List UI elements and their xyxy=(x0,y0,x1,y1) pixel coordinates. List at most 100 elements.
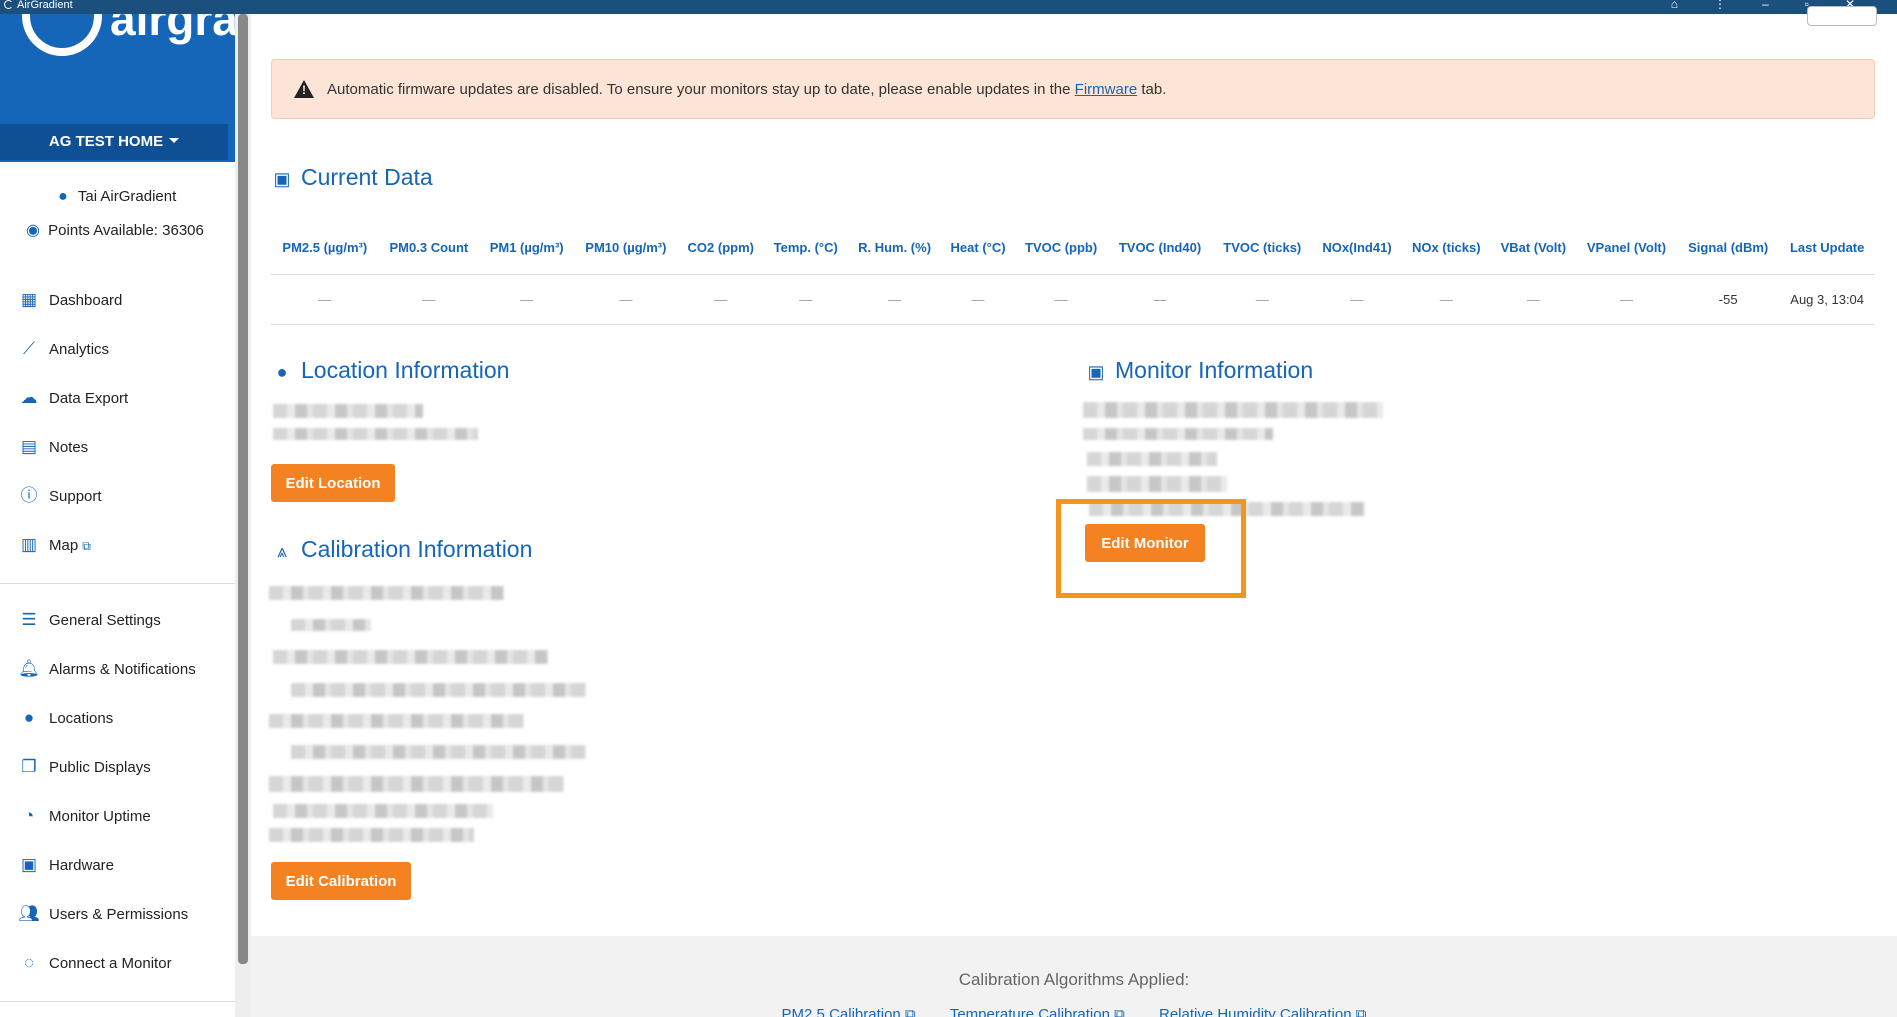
column-header: Last Update xyxy=(1779,222,1875,275)
column-header: TVOC (ticks) xyxy=(1212,222,1313,275)
user-icon: ● xyxy=(58,188,68,205)
nav-item-connect-monitor[interactable]: ◌ Connect a Monitor xyxy=(18,948,172,978)
table-cell: Aug 3, 13:04 xyxy=(1779,274,1875,325)
table-cell: — xyxy=(941,274,1015,325)
column-header: PM0.3 Count xyxy=(378,222,480,275)
column-header: Signal (dBm) xyxy=(1677,222,1780,275)
current-data-table: PM2.5 (µg/m³) PM0.3 Count PM1 (µg/m³) PM10 … xyxy=(271,222,1875,325)
table-cell: — xyxy=(677,274,764,325)
column-header: TVOC (ppb) xyxy=(1014,222,1108,275)
nav-item-alarms[interactable]: 🔔︎ Alarms & Notifications xyxy=(18,654,196,684)
column-header: Temp. (°C) xyxy=(763,222,848,275)
table-cell: — xyxy=(1401,274,1491,325)
footer-links: PM2.5 Calibration ⧉ Temperature Calibrat… xyxy=(251,1006,1897,1017)
calibration-line-redacted xyxy=(273,650,548,664)
main-content: ! Automatic firmware updates are disable… xyxy=(251,6,1897,1017)
nav-item-notes[interactable]: ▤ Notes xyxy=(18,432,88,462)
analytics-icon: ⟋ xyxy=(23,339,35,358)
table-cell: — xyxy=(763,274,848,325)
calibration-line-redacted xyxy=(269,828,474,842)
table-cell: — xyxy=(1575,274,1678,325)
calibration-footer: Calibration Algorithms Applied: PM2.5 Ca… xyxy=(251,936,1897,1017)
nav-item-locations[interactable]: ● Locations xyxy=(18,703,113,733)
sidebar: airgradient AG TEST HOME ● Tai AirGradie… xyxy=(0,14,235,1017)
temperature-calibration-link[interactable]: Temperature Calibration ⧉ xyxy=(950,1006,1125,1017)
location-heading: ● Location Information xyxy=(271,357,510,384)
table-cell: — xyxy=(271,274,379,325)
humidity-calibration-link[interactable]: Relative Humidity Calibration ⧉ xyxy=(1159,1006,1366,1017)
monitor-status-redacted xyxy=(1087,476,1227,492)
edit-monitor-button[interactable]: Edit Monitor xyxy=(1085,524,1205,562)
nav-item-general-settings[interactable]: ☰ General Settings xyxy=(18,605,160,635)
calibration-line-redacted xyxy=(291,683,586,697)
users-icon: 👥︎ xyxy=(18,904,40,923)
column-header: R. Hum. (%) xyxy=(847,222,942,275)
nav-item-map[interactable]: ▥ Map ⧉ xyxy=(18,530,91,560)
monitor-model-redacted xyxy=(1087,452,1217,466)
pm25-calibration-link[interactable]: PM2.5 Calibration ⧉ xyxy=(782,1006,916,1017)
home-selector-button[interactable]: AG TEST HOME xyxy=(0,124,228,160)
caret-down-icon xyxy=(169,138,180,143)
footer-title: Calibration Algorithms Applied: xyxy=(958,970,1190,989)
pin-icon: ● xyxy=(23,708,35,727)
table-cell: — xyxy=(574,274,678,325)
table-cell: — xyxy=(1490,274,1576,325)
calibration-line-redacted xyxy=(269,776,564,792)
monitor-heading: ▣ Monitor Information xyxy=(1085,357,1313,384)
calibration-line-redacted xyxy=(269,586,504,600)
table-header-row: PM2.5 (µg/m³) PM0.3 Count PM1 (µg/m³) PM10 … xyxy=(271,222,1875,275)
airgradient-logo-text: airgradient xyxy=(110,14,235,45)
monitor-name-redacted xyxy=(1083,402,1383,418)
column-header: VBat (Volt) xyxy=(1490,222,1576,275)
external-link-icon: ⧉ xyxy=(82,539,91,553)
nav-item-users[interactable]: 👥︎ Users & Permissions xyxy=(18,899,188,929)
column-header: Heat (°C) xyxy=(941,222,1015,275)
table-cell: — xyxy=(378,274,480,325)
column-header: PM10 (µg/m³) xyxy=(574,222,678,275)
map-icon: ▥ xyxy=(20,535,38,554)
monitor-id-redacted xyxy=(1083,428,1273,440)
app-title: AirGradient xyxy=(4,0,73,11)
calibration-line-redacted xyxy=(273,804,493,818)
nav-item-hardware[interactable]: ▣ Hardware xyxy=(18,850,114,880)
calibration-line-redacted xyxy=(291,745,586,759)
current-data-heading: ▣ Current Data xyxy=(271,164,432,191)
column-header: PM2.5 (µg/m³) xyxy=(271,222,379,275)
user-profile[interactable]: ● Tai AirGradient xyxy=(52,188,176,206)
nav-item-dashboard[interactable]: ▦ Dashboard xyxy=(18,285,122,315)
nav-item-analytics[interactable]: ⟋ Analytics xyxy=(18,334,109,364)
table-cell: — xyxy=(1014,274,1108,325)
chart-icon: ▣ xyxy=(273,169,291,189)
nav-item-data-export[interactable]: ☁ Data Export xyxy=(18,383,129,413)
firmware-link[interactable]: Firmware xyxy=(1075,81,1138,98)
window-titlebar: AirGradient ⌂⋮–▫✕ xyxy=(0,0,1897,14)
sliders-icon: ☰ xyxy=(21,610,37,629)
nav-divider xyxy=(0,583,235,584)
edit-calibration-button[interactable]: Edit Calibration xyxy=(271,862,411,900)
edit-location-button[interactable]: Edit Location xyxy=(271,464,395,502)
location-pin-icon: ● xyxy=(276,362,288,382)
info-icon: ⓘ xyxy=(20,486,38,505)
calibration-icon: ⩓ xyxy=(276,541,288,561)
nav-item-public-displays[interactable]: ❐ Public Displays xyxy=(18,752,150,782)
sidebar-scrollbar[interactable] xyxy=(238,14,248,964)
nav-item-support[interactable]: ⓘ Support xyxy=(18,481,102,511)
column-header: VPanel (Volt) xyxy=(1575,222,1678,275)
table-cell: — xyxy=(1212,274,1313,325)
table-cell: — xyxy=(1107,274,1213,325)
nav-item-monitor-uptime[interactable]: ◔ Monitor Uptime xyxy=(18,801,151,831)
top-action-button[interactable] xyxy=(1807,6,1877,26)
column-header: CO2 (ppm) xyxy=(677,222,764,275)
cloud-download-icon: ☁ xyxy=(20,388,38,407)
nav-divider-bottom xyxy=(0,1001,235,1002)
points-available[interactable]: ◉ Points Available: 36306 xyxy=(22,220,204,240)
column-header: NOx(Ind41) xyxy=(1312,222,1402,275)
calibration-line-redacted xyxy=(291,619,371,631)
column-header: PM1 (µg/m³) xyxy=(479,222,575,275)
firmware-alert: ! Automatic firmware updates are disable… xyxy=(271,59,1875,119)
displays-icon: ❐ xyxy=(21,757,37,776)
dashboard-icon: ▦ xyxy=(20,290,38,309)
table-cell: — xyxy=(1312,274,1402,325)
monitor-chip-icon: ▣ xyxy=(1087,362,1105,382)
table-cell: — xyxy=(479,274,575,325)
